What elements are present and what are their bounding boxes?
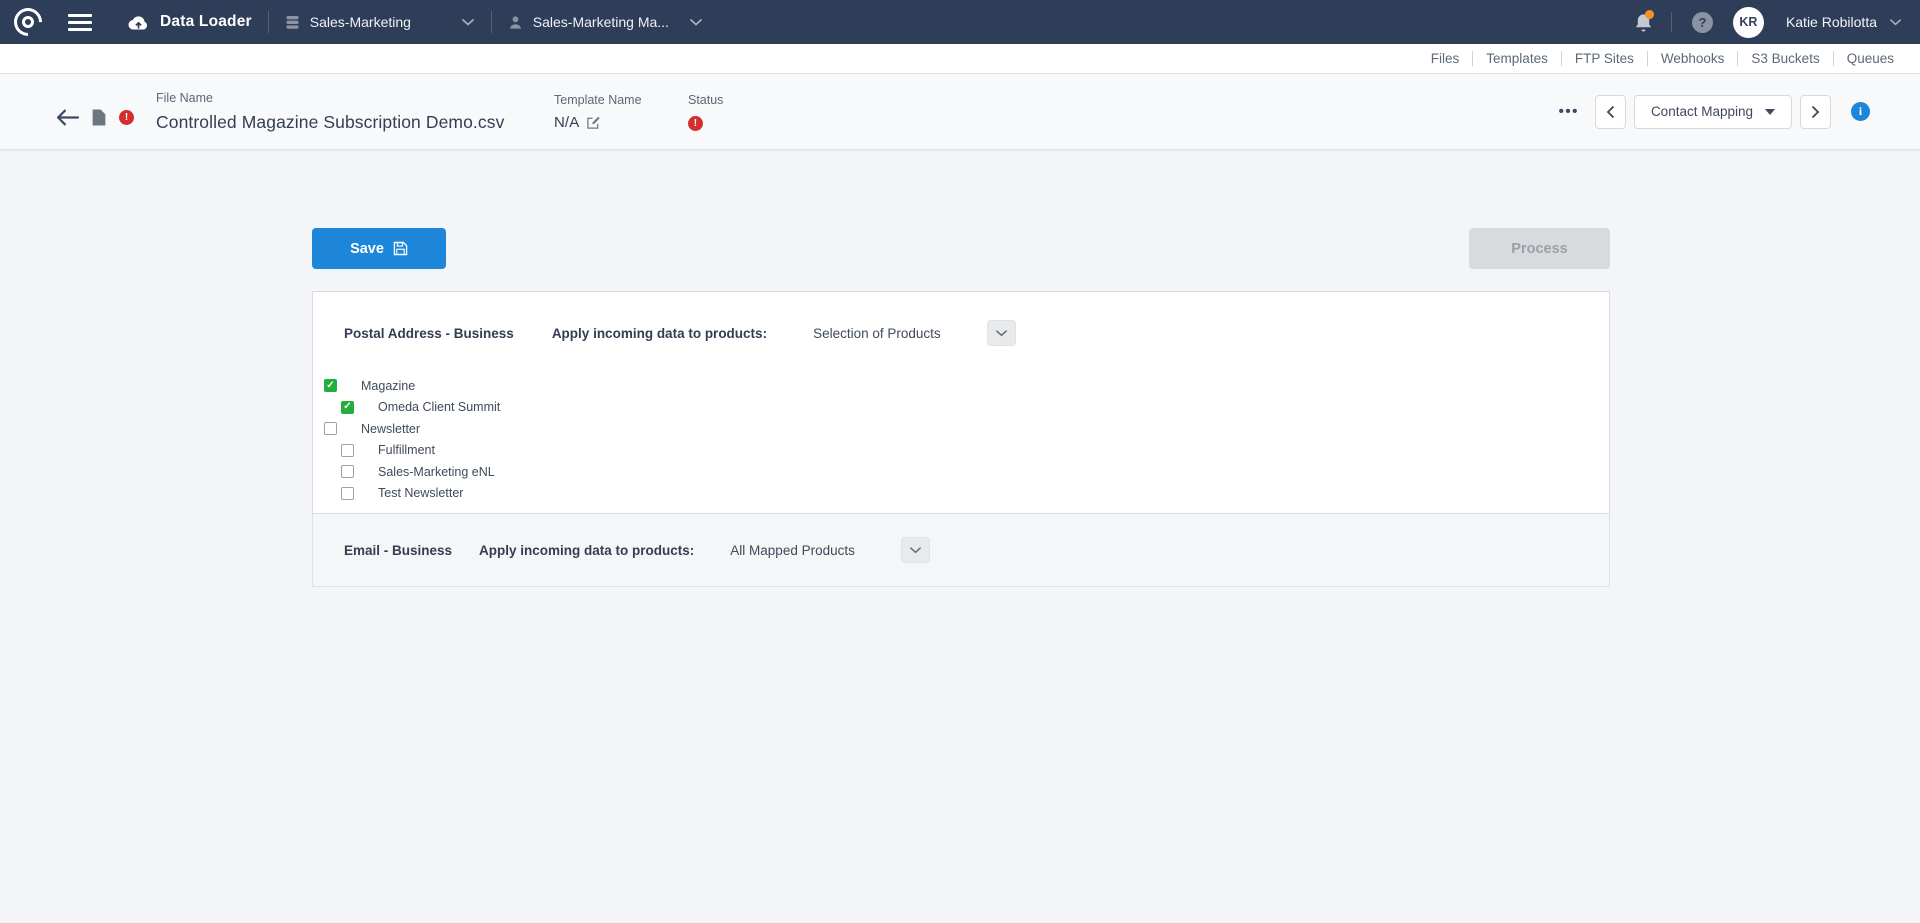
secondary-nav: Files Templates FTP Sites Webhooks S3 Bucket… bbox=[0, 44, 1920, 73]
navbar-divider bbox=[1671, 12, 1672, 32]
cloud-upload-icon bbox=[126, 14, 150, 31]
chevron-left-icon bbox=[1606, 105, 1615, 119]
file-document-icon bbox=[92, 109, 106, 126]
subnav-divider bbox=[1833, 51, 1834, 66]
checkbox-checked[interactable] bbox=[324, 379, 337, 392]
navbar-divider bbox=[268, 11, 269, 33]
top-navbar: Data Loader Sales-Marketing Sales-Market… bbox=[0, 0, 1920, 44]
subnav-link-queues[interactable]: Queues bbox=[1845, 51, 1896, 66]
save-button[interactable]: Save bbox=[312, 228, 446, 269]
step-selector-label: Contact Mapping bbox=[1651, 104, 1753, 119]
navbar-divider bbox=[491, 11, 492, 33]
checkbox-unchecked[interactable] bbox=[341, 487, 354, 500]
next-step-button[interactable] bbox=[1800, 95, 1831, 129]
product-row: Fulfillment bbox=[313, 440, 1609, 462]
postal-mapping-header: Postal Address - Business Apply incoming… bbox=[313, 292, 1609, 346]
product-label: Test Newsletter bbox=[378, 486, 463, 500]
logo-dot bbox=[22, 16, 34, 28]
product-label: Newsletter bbox=[361, 422, 420, 436]
avatar: KR bbox=[1733, 7, 1764, 38]
subnav-divider bbox=[1647, 51, 1648, 66]
subnav-link-templates[interactable]: Templates bbox=[1484, 51, 1550, 66]
selection-mode-dropdown-button[interactable] bbox=[987, 320, 1016, 346]
email-mapping-section: Email - Business Apply incoming data to … bbox=[312, 514, 1610, 587]
demographic-title: Email - Business bbox=[344, 543, 452, 558]
audience-selector-label: Sales-Marketing Ma... bbox=[533, 14, 669, 30]
apply-products-label: Apply incoming data to products: bbox=[552, 326, 767, 341]
user-name: Katie Robilotta bbox=[1786, 14, 1877, 30]
more-actions-icon[interactable]: ••• bbox=[1559, 103, 1579, 120]
user-icon bbox=[508, 15, 523, 30]
file-name-value: Controlled Magazine Subscription Demo.cs… bbox=[156, 112, 554, 133]
template-name-label: Template Name bbox=[554, 93, 688, 107]
process-button[interactable]: Process bbox=[1469, 228, 1610, 269]
app-title: Data Loader bbox=[160, 13, 252, 31]
checkbox-unchecked[interactable] bbox=[341, 444, 354, 457]
edit-template-icon[interactable] bbox=[586, 115, 601, 130]
product-label: Fulfillment bbox=[378, 443, 435, 457]
file-name-label: File Name bbox=[156, 91, 554, 105]
selection-mode-dropdown-button[interactable] bbox=[901, 537, 930, 563]
toolbar: Save Process bbox=[312, 228, 1610, 269]
chevron-down-icon bbox=[995, 329, 1008, 337]
subnav-link-webhooks[interactable]: Webhooks bbox=[1659, 51, 1727, 66]
checkbox-unchecked[interactable] bbox=[341, 465, 354, 478]
previous-step-button[interactable] bbox=[1595, 95, 1626, 129]
help-icon[interactable]: ? bbox=[1692, 12, 1713, 33]
caret-down-icon bbox=[1765, 109, 1775, 115]
status-error-icon: ! bbox=[688, 116, 703, 131]
data-loader-screen: Data Loader Sales-Marketing Sales-Market… bbox=[0, 0, 1920, 923]
database-icon bbox=[285, 15, 300, 30]
notifications-bell-icon[interactable] bbox=[1634, 12, 1653, 33]
status-label: Status bbox=[688, 93, 723, 107]
product-label: Magazine bbox=[361, 379, 415, 393]
postal-mapping-panel: Postal Address - Business Apply incoming… bbox=[312, 291, 1610, 514]
chevron-down-icon bbox=[909, 546, 922, 554]
selection-mode-value: Selection of Products bbox=[813, 326, 941, 341]
save-floppy-icon bbox=[393, 241, 408, 256]
save-button-label: Save bbox=[350, 241, 384, 257]
subnav-divider bbox=[1737, 51, 1738, 66]
product-tree: Magazine Omeda Client Summit Newsletter Ful… bbox=[313, 346, 1609, 513]
database-selector[interactable]: Sales-Marketing bbox=[285, 14, 475, 30]
database-selector-label: Sales-Marketing bbox=[310, 14, 411, 30]
omeda-logo[interactable] bbox=[14, 8, 42, 36]
apply-products-label: Apply incoming data to products: bbox=[479, 543, 694, 558]
product-label: Omeda Client Summit bbox=[378, 400, 500, 414]
file-header: ! File Name Controlled Magazine Subscrip… bbox=[0, 73, 1920, 150]
file-error-icon: ! bbox=[119, 110, 134, 125]
template-name-value: N/A bbox=[554, 114, 579, 131]
hamburger-menu-icon[interactable] bbox=[68, 14, 92, 31]
chevron-down-icon bbox=[461, 18, 475, 26]
subnav-divider bbox=[1472, 51, 1473, 66]
info-icon[interactable]: i bbox=[1851, 102, 1870, 121]
subnav-link-ftp-sites[interactable]: FTP Sites bbox=[1573, 51, 1636, 66]
checkbox-checked[interactable] bbox=[341, 401, 354, 414]
product-label: Sales-Marketing eNL bbox=[378, 465, 495, 479]
user-menu[interactable]: KR Katie Robilotta bbox=[1733, 7, 1902, 38]
demographic-title: Postal Address - Business bbox=[344, 326, 514, 341]
subnav-divider bbox=[1561, 51, 1562, 66]
audience-selector[interactable]: Sales-Marketing Ma... bbox=[508, 14, 703, 30]
checkbox-unchecked[interactable] bbox=[324, 422, 337, 435]
product-row: Magazine bbox=[313, 375, 1609, 397]
notification-dot bbox=[1645, 10, 1654, 19]
selection-mode-value: All Mapped Products bbox=[730, 543, 855, 558]
subnav-link-files[interactable]: Files bbox=[1429, 51, 1462, 66]
chevron-down-icon bbox=[1889, 18, 1902, 26]
chevron-down-icon bbox=[689, 18, 703, 26]
step-selector-dropdown[interactable]: Contact Mapping bbox=[1634, 95, 1792, 129]
product-row: Newsletter bbox=[313, 418, 1609, 440]
product-row: Omeda Client Summit bbox=[313, 397, 1609, 419]
product-row: Sales-Marketing eNL bbox=[313, 461, 1609, 483]
product-row: Test Newsletter bbox=[313, 483, 1609, 505]
app-block: Data Loader bbox=[126, 13, 252, 31]
back-arrow-icon[interactable] bbox=[56, 109, 79, 126]
chevron-right-icon bbox=[1811, 105, 1820, 119]
subnav-link-s3-buckets[interactable]: S3 Buckets bbox=[1749, 51, 1821, 66]
mapping-content: Save Process Postal Address - Business A… bbox=[312, 150, 1610, 587]
